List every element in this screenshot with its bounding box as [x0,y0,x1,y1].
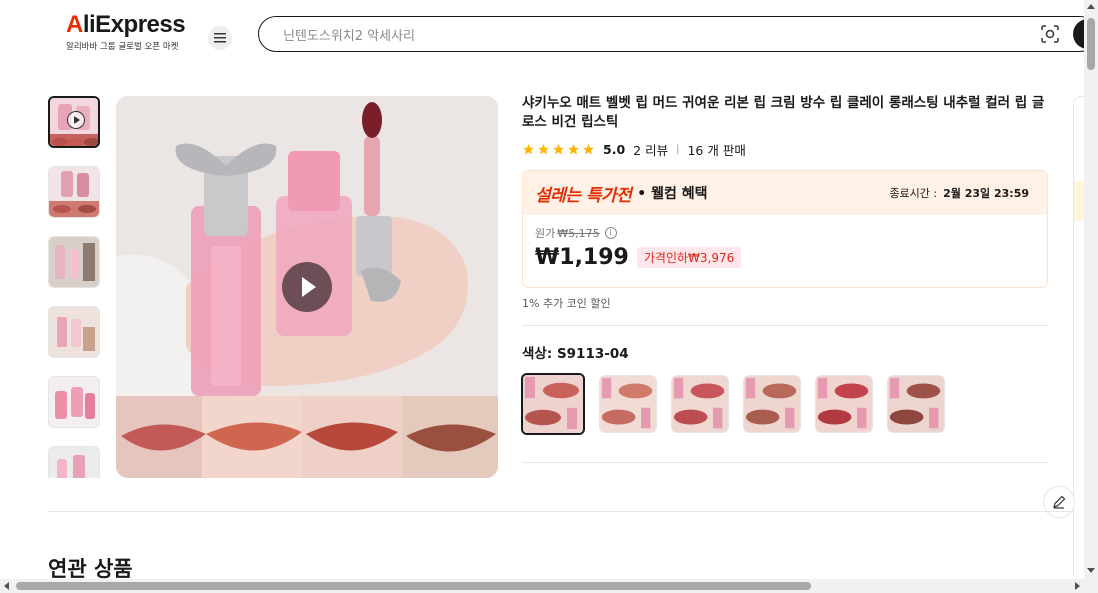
original-price-row: 원가 ₩5,175 i [535,225,1035,241]
separator: | [676,143,680,155]
vertical-scrollbar[interactable] [1084,0,1098,593]
deal-box: 설레는 특가전 • 웰컴 혜택 종료시간 : 2월 23일 23:59 원가 ₩5… [522,170,1048,288]
scroll-down-arrow-icon[interactable] [1087,568,1095,573]
deal-end-value: 2월 23일 23:59 [943,187,1029,200]
main-product-image[interactable] [116,96,498,478]
scroll-left-arrow-icon[interactable] [4,582,9,590]
price-section: 원가 ₩5,175 i ₩1,199 가격인하₩3,976 [523,215,1047,287]
deal-end-label: 종료시간 : [889,187,938,200]
thumbnail-image[interactable] [48,306,100,358]
rating-stars [522,143,595,156]
search-input[interactable]: 닌텐도스위치2 악세사리 [283,25,415,44]
pencil-icon [1053,495,1066,509]
product-info: 샤키누오 매트 벨벳 립 머드 귀여운 리본 립 크림 방수 립 클레이 롱래스… [521,94,1048,463]
hamburger-icon [214,33,226,43]
thumbnail-image[interactable] [48,236,100,288]
thumbnail-list [48,96,102,478]
variant-swatch[interactable] [599,375,657,433]
variant-swatch[interactable] [521,373,585,435]
thumbnail-video[interactable] [48,96,100,148]
vertical-scroll-thumb[interactable] [1087,18,1095,70]
star-icon [538,143,549,154]
star-icon [523,143,534,154]
variant-swatch[interactable] [671,375,729,433]
current-price: ₩1,199 [535,245,629,270]
original-price-label: 원가 [535,227,556,240]
deal-welcome: • 웰컴 혜택 [637,186,708,202]
logo-letters-rest: liExpress [82,11,186,38]
logo-letter-a: A [66,11,83,38]
variant-swatch[interactable] [815,375,873,433]
section-divider [48,511,1073,512]
menu-button[interactable] [208,26,232,50]
review-count-link[interactable]: 2 리뷰 [633,140,668,159]
thumbnail-image[interactable] [48,446,100,478]
divider [522,325,1048,326]
thumbnail-image[interactable] [48,166,100,218]
variant-label: 색상: S9113-04 [522,346,629,362]
price-row: ₩1,199 가격인하₩3,976 [535,245,1035,270]
thumbnail-image[interactable] [48,376,100,428]
scroll-up-arrow-icon[interactable] [1087,4,1095,9]
star-icon [583,143,594,154]
logo-wordmark: AliExpress [66,11,186,38]
discount-badge: 가격인하₩3,976 [636,247,742,268]
aliexpress-logo[interactable]: AliExpress 알리바바 그룹 글로벌 오픈 마켓 [66,11,186,53]
scroll-right-arrow-icon[interactable] [1075,582,1080,590]
divider [522,462,1048,463]
play-icon [67,111,85,129]
info-icon[interactable]: i [604,227,617,239]
deal-header: 설레는 특가전 • 웰컴 혜택 종료시간 : 2월 23일 23:59 [523,171,1047,215]
feedback-button[interactable] [1043,486,1075,518]
deal-brand: 설레는 특가전 [535,185,632,206]
horizontal-scrollbar[interactable] [0,579,1084,593]
variant-swatches [521,373,1048,435]
search-bar[interactable]: 닌텐도스위치2 악세사리 [258,16,1098,52]
sold-count: 16 개 판매 [687,142,746,158]
play-video-button[interactable] [282,262,332,312]
rating-row: 5.0 2 리뷰 | 16 개 판매 [522,140,1048,158]
deal-end-time: 종료시간 : 2월 23일 23:59 [889,185,1029,201]
variant-swatch[interactable] [743,375,801,433]
horizontal-scroll-thumb[interactable] [16,582,811,590]
rating-score: 5.0 [603,141,626,157]
coin-discount: 1% 추가 코인 할인 [522,297,611,310]
star-icon [553,143,564,154]
star-icon [568,143,579,154]
logo-subtitle: 알리바바 그룹 글로벌 오픈 마켓 [66,42,179,52]
image-search-icon[interactable] [1041,25,1059,43]
variant-swatch[interactable] [887,375,945,433]
original-price: ₩5,175 [557,226,600,240]
product-title: 샤키누오 매트 벨벳 립 머드 귀여운 리본 립 크림 방수 립 클레이 롱래스… [522,95,1045,130]
